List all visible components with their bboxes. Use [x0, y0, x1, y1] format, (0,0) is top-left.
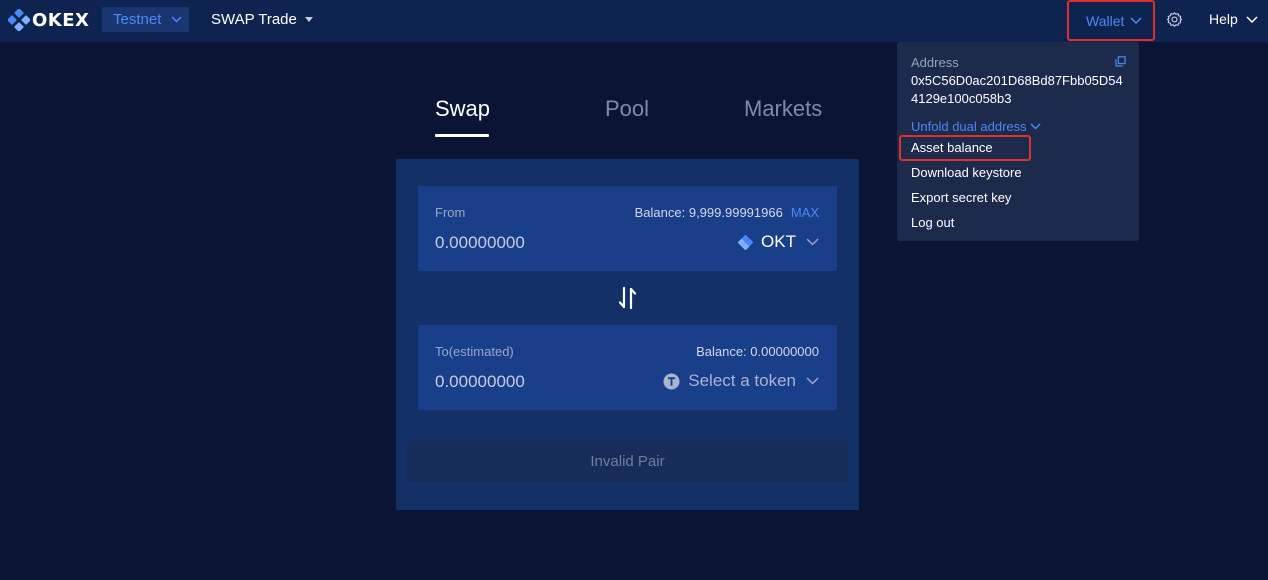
- from-amount-input[interactable]: 0.00000000: [435, 233, 525, 253]
- settings-button[interactable]: [1166, 11, 1183, 33]
- chevron-down-icon: [806, 377, 819, 385]
- max-button[interactable]: MAX: [791, 205, 819, 220]
- tab-swap[interactable]: Swap: [435, 96, 490, 122]
- chevron-down-icon: [171, 16, 182, 23]
- chevron-down-icon: [1246, 15, 1258, 23]
- token-placeholder-icon: [663, 372, 680, 390]
- from-token-symbol: OKT: [761, 232, 796, 251]
- top-navigation-bar: OKEX Testnet SWAP Trade Wallet Help: [0, 0, 1268, 42]
- gear-icon: [1166, 12, 1183, 27]
- chevron-down-icon: [1030, 123, 1041, 130]
- unfold-dual-address-label: Unfold dual address: [911, 119, 1027, 134]
- okt-logo-icon: [738, 234, 754, 250]
- caret-down-icon: [304, 17, 313, 22]
- menu-item-export-secret-key[interactable]: Export secret key: [911, 190, 1011, 205]
- help-menu[interactable]: Help: [1209, 11, 1258, 27]
- chevron-down-icon: [806, 238, 819, 246]
- switch-direction-button[interactable]: [618, 286, 637, 315]
- menu-item-log-out[interactable]: Log out: [911, 215, 954, 230]
- from-token-selector[interactable]: OKT: [738, 232, 819, 252]
- wallet-button[interactable]: Wallet: [1067, 0, 1155, 41]
- to-token-selector[interactable]: Select a token: [663, 371, 819, 391]
- chevron-down-icon: [1130, 17, 1142, 24]
- wallet-dropdown-menu: Address 0x5C56D0ac201D68Bd87Fbb05D544129…: [897, 42, 1139, 241]
- from-label: From: [435, 205, 466, 220]
- from-panel: From Balance: 9,999.99991966 MAX 0.000000…: [418, 186, 837, 271]
- network-selector[interactable]: Testnet: [102, 7, 189, 32]
- swap-card: From Balance: 9,999.99991966 MAX 0.000000…: [396, 159, 859, 510]
- unfold-dual-address-link[interactable]: Unfold dual address: [911, 119, 1041, 134]
- copy-icon[interactable]: [1115, 56, 1126, 67]
- from-balance: Balance: 9,999.99991966 MAX: [635, 205, 819, 220]
- wallet-label: Wallet: [1086, 12, 1125, 29]
- network-label: Testnet: [113, 11, 162, 28]
- active-tab-indicator: [435, 134, 489, 137]
- swap-trade-menu[interactable]: SWAP Trade: [211, 11, 313, 28]
- swap-trade-label: SWAP Trade: [211, 11, 297, 28]
- help-label: Help: [1209, 11, 1238, 27]
- to-balance: Balance: 0.00000000: [696, 344, 819, 359]
- to-token-symbol: Select a token: [688, 371, 796, 390]
- okex-logo[interactable]: OKEX: [8, 9, 89, 31]
- tab-markets[interactable]: Markets: [744, 96, 822, 122]
- swap-arrows-icon: [618, 286, 637, 310]
- to-amount-input[interactable]: 0.00000000: [435, 372, 525, 392]
- okex-logo-icon: [8, 9, 30, 31]
- swap-submit-button[interactable]: Invalid Pair: [407, 441, 848, 482]
- menu-item-download-keystore[interactable]: Download keystore: [911, 165, 1022, 180]
- menu-item-asset-balance[interactable]: Asset balance: [911, 140, 993, 155]
- from-balance-text: Balance: 9,999.99991966: [634, 205, 783, 220]
- to-label: To(estimated): [435, 344, 514, 359]
- brand-name: OKEX: [32, 9, 90, 31]
- address-label: Address: [911, 55, 959, 70]
- tab-pool[interactable]: Pool: [605, 96, 649, 122]
- to-panel: To(estimated) Balance: 0.00000000 0.0000…: [418, 325, 837, 410]
- wallet-address: 0x5C56D0ac201D68Bd87Fbb05D544129e100c058…: [911, 73, 1123, 106]
